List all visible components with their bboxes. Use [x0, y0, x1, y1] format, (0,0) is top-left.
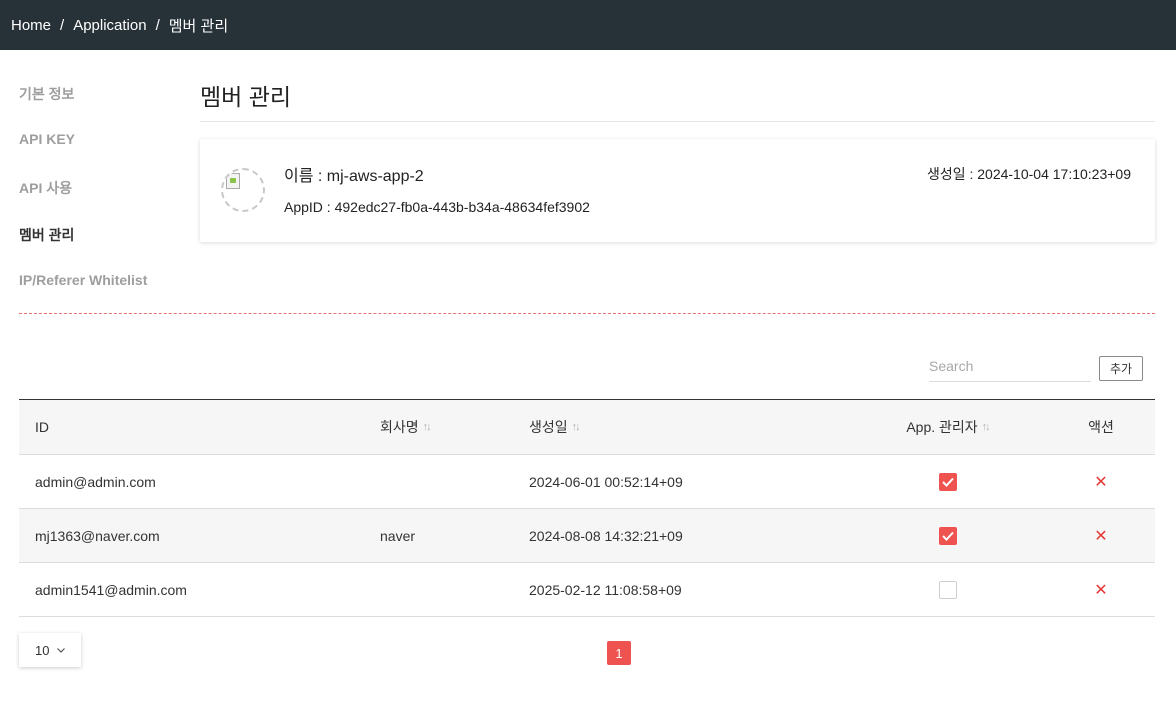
cell-created: 2024-06-01 00:52:14+09 [529, 473, 683, 490]
column-header-app-admin[interactable]: App. 관리자 ↑↓ [875, 400, 1020, 454]
broken-image-icon [226, 173, 240, 189]
checkmark-icon [941, 477, 954, 487]
sidebar-item-basic-info[interactable]: 기본 정보 [19, 80, 179, 127]
app-info-card: 이름 : mj-aws-app-2 AppID : 492edc27-fb0a-… [200, 139, 1155, 242]
checkmark-icon [941, 531, 954, 541]
column-header-created-label: 생성일 [529, 419, 568, 435]
app-admin-checkbox[interactable] [938, 580, 957, 599]
column-header-id-label: ID [35, 419, 49, 435]
page-size-value: 10 [35, 642, 50, 658]
sort-arrows-icon[interactable]: ↑↓ [423, 421, 432, 433]
sidebar-item-ip-referer-whitelist[interactable]: IP/Referer Whitelist [19, 268, 179, 315]
cell-action: ✕ [1049, 563, 1153, 616]
cell-created: 2025-02-12 11:08:58+09 [529, 581, 682, 598]
section-divider [19, 313, 1155, 314]
column-header-company[interactable]: 회사명 ↑↓ [380, 400, 432, 454]
add-member-button[interactable]: 추가 [1099, 356, 1143, 381]
delete-member-icon[interactable]: ✕ [1094, 526, 1107, 546]
breadcrumb-current: 멤버 관리 [168, 17, 229, 35]
app-admin-checkbox[interactable] [938, 526, 957, 545]
column-header-id: ID [35, 400, 49, 454]
table-header: ID 회사명 ↑↓ 생성일 ↑↓ App. 관리자 ↑↓ 액션 [19, 400, 1155, 455]
title-divider [200, 121, 1155, 122]
breadcrumb-home[interactable]: Home [11, 17, 51, 34]
app-name: 이름 : mj-aws-app-2 [284, 168, 424, 185]
cell-company: naver [380, 527, 416, 544]
app-id: AppID : 492edc27-fb0a-443b-b34a-48634fef… [284, 199, 590, 215]
top-bar: Home / Application / 멤버 관리 [0, 0, 1176, 50]
sidebar-item-api-usage[interactable]: API 사용 [19, 174, 179, 221]
breadcrumb-application[interactable]: Application [73, 17, 146, 34]
page-title: 멤버 관리 [200, 84, 292, 110]
members-table: ID 회사명 ↑↓ 생성일 ↑↓ App. 관리자 ↑↓ 액션 admin@admin… [19, 399, 1155, 617]
cell-id: admin1541@admin.com [35, 581, 187, 598]
cell-action: ✕ [1049, 455, 1153, 508]
cell-created: 2024-08-08 14:32:21+09 [529, 527, 683, 544]
pagination-page-1[interactable]: 1 [607, 641, 631, 665]
delete-member-icon[interactable]: ✕ [1094, 472, 1107, 492]
sidebar-item-api-key[interactable]: API KEY [19, 127, 179, 174]
sort-arrows-icon[interactable]: ↑↓ [982, 421, 991, 433]
table-row: admin1541@admin.com 2025-02-12 11:08:58+… [19, 563, 1155, 617]
delete-member-icon[interactable]: ✕ [1094, 580, 1107, 600]
sidebar-item-member-management[interactable]: 멤버 관리 [19, 221, 179, 268]
cell-app-admin [875, 455, 1020, 508]
column-header-created[interactable]: 생성일 ↑↓ [529, 400, 581, 454]
breadcrumb-separator: / [60, 16, 65, 34]
column-header-action-label: 액션 [1088, 419, 1114, 435]
breadcrumb-separator: / [155, 16, 160, 34]
cell-id: admin@admin.com [35, 473, 156, 490]
table-row: mj1363@naver.com naver 2024-08-08 14:32:… [19, 509, 1155, 563]
search-input[interactable] [929, 351, 1091, 382]
app-avatar [221, 168, 265, 212]
table-row: admin@admin.com 2024-06-01 00:52:14+09 ✕ [19, 455, 1155, 509]
sidebar: 기본 정보 API KEY API 사용 멤버 관리 IP/Referer Wh… [19, 80, 179, 315]
chevron-down-icon [57, 645, 66, 655]
page-size-select[interactable]: 10 [19, 633, 81, 667]
cell-app-admin [875, 509, 1020, 562]
cell-id: mj1363@naver.com [35, 527, 160, 544]
cell-action: ✕ [1049, 509, 1153, 562]
cell-app-admin [875, 563, 1020, 616]
column-header-app-admin-label: App. 관리자 [906, 419, 978, 435]
sort-arrows-icon[interactable]: ↑↓ [572, 421, 581, 433]
app-admin-checkbox[interactable] [938, 472, 957, 491]
column-header-company-label: 회사명 [380, 419, 419, 435]
column-header-action: 액션 [1049, 400, 1153, 454]
app-created-date: 생성일 : 2024-10-04 17:10:23+09 [926, 166, 1131, 182]
